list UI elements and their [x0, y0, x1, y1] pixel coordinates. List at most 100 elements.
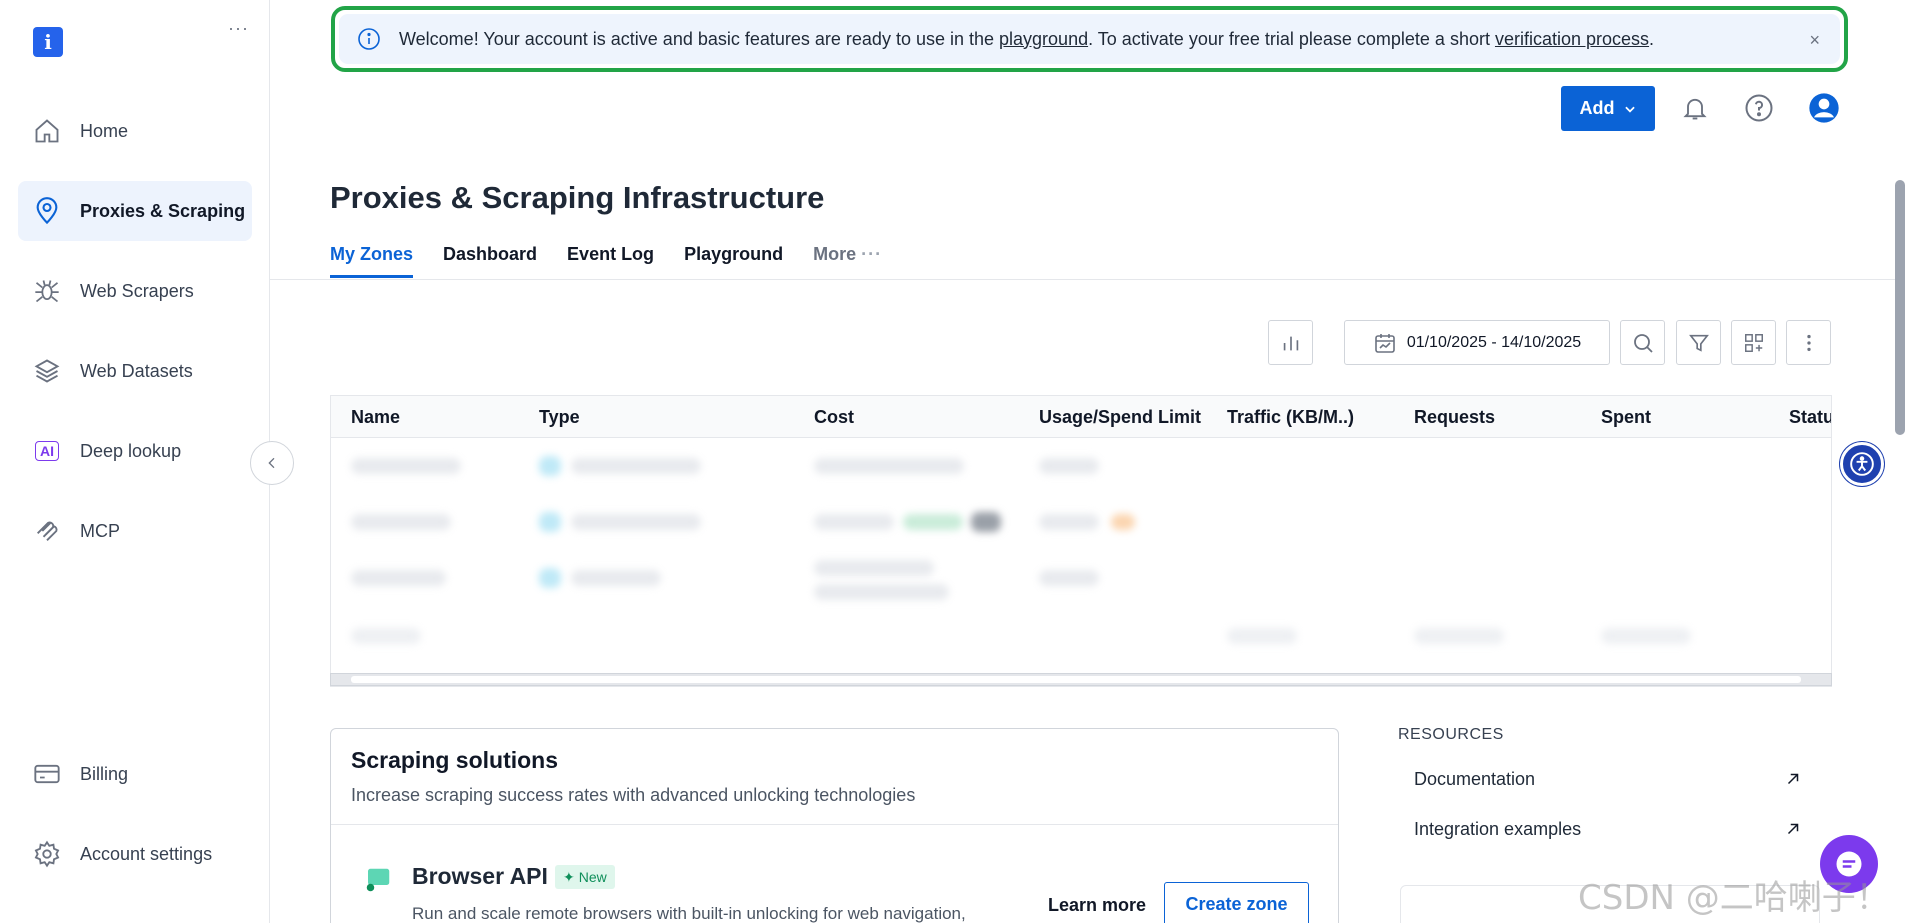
table-horizontal-scrollbar[interactable]: [330, 673, 1832, 686]
tab-bar: My Zones Dashboard Event Log Playground …: [330, 244, 882, 278]
filter-icon: [1688, 334, 1709, 352]
banner-message: Welcome! Your account is active and basi…: [399, 29, 1654, 50]
tab-my-zones[interactable]: My Zones: [330, 244, 414, 278]
bar-chart-icon: [1283, 336, 1298, 350]
new-badge: ✦ New: [555, 865, 615, 889]
logo[interactable]: i: [33, 27, 63, 57]
gear-icon: [32, 839, 62, 869]
location-pin-icon: [32, 196, 62, 226]
column-header-traffic[interactable]: Traffic (KB/M..): [1227, 407, 1354, 428]
new-badge-label: New: [578, 869, 607, 885]
sidebar-item-web-datasets[interactable]: Web Datasets: [18, 341, 252, 401]
tab-more[interactable]: More ···: [813, 244, 882, 278]
learn-more-link[interactable]: Learn more: [1048, 895, 1146, 916]
scrollbar-thumb[interactable]: [351, 676, 1801, 683]
user-avatar-icon[interactable]: [1808, 92, 1840, 124]
columns-button[interactable]: [1731, 320, 1776, 365]
browser-api-title: Browser API: [412, 863, 548, 889]
filter-button[interactable]: [1676, 320, 1721, 365]
sidebar-item-web-scrapers[interactable]: Web Scrapers: [18, 261, 252, 321]
sidebar-menu-dots-icon[interactable]: ···: [228, 18, 249, 39]
scraping-solutions-card: Scraping solutions Increase scraping suc…: [330, 728, 1339, 923]
tab-dashboard[interactable]: Dashboard: [443, 244, 537, 278]
more-options-button[interactable]: [1786, 320, 1831, 365]
external-link-arrow-icon: [1787, 823, 1799, 835]
page-title: Proxies & Scraping Infrastructure: [330, 180, 825, 215]
create-zone-button[interactable]: Create zone: [1164, 882, 1309, 923]
playground-link[interactable]: playground: [999, 29, 1088, 49]
column-header-usage[interactable]: Usage/Spend Limit: [1039, 407, 1201, 428]
column-header-requests[interactable]: Requests: [1414, 407, 1495, 428]
chevron-left-icon: [268, 457, 275, 469]
resource-documentation[interactable]: Documentation: [1398, 759, 1818, 799]
sidebar-item-account-settings[interactable]: Account settings: [18, 824, 252, 884]
sidebar-item-billing[interactable]: Billing: [18, 744, 252, 804]
sparkle-icon: ✦: [563, 868, 575, 885]
sidebar-item-label: MCP: [80, 520, 120, 541]
sidebar-item-label: Home: [80, 120, 129, 141]
tab-playground[interactable]: Playground: [684, 244, 783, 278]
ai-badge-text: AI: [35, 441, 59, 461]
layers-icon: [32, 356, 62, 386]
sidebar-item-home[interactable]: Home: [18, 101, 252, 161]
help-icon[interactable]: [1743, 92, 1775, 124]
welcome-banner: Welcome! Your account is active and basi…: [331, 6, 1848, 72]
add-button-label: Add: [1579, 98, 1615, 118]
watermark: CSDN @二哈喇子！: [1578, 878, 1890, 918]
sidebar-item-proxies-scraping[interactable]: Proxies & Scraping: [18, 181, 252, 241]
add-button[interactable]: Add: [1561, 86, 1655, 131]
notifications-bell-icon[interactable]: [1679, 92, 1711, 124]
table-row[interactable]: [331, 438, 1831, 494]
sidebar-item-label: Account settings: [80, 843, 213, 864]
browser-api-description: Run and scale remote browsers with built…: [412, 904, 966, 923]
scrollbar-thumb[interactable]: [1895, 180, 1905, 435]
sidebar-item-label: Web Scrapers: [80, 280, 194, 301]
accessibility-icon: [1850, 452, 1874, 476]
home-icon: [32, 116, 62, 146]
external-link-arrow-icon: [1787, 773, 1799, 785]
collapse-sidebar-button[interactable]: [250, 441, 294, 485]
mcp-icon: [32, 516, 62, 546]
divider: [331, 824, 1338, 825]
browser-api-icon: [366, 868, 390, 892]
accessibility-button[interactable]: [1840, 442, 1884, 486]
solutions-title: Scraping solutions: [351, 747, 559, 773]
chart-view-button[interactable]: [1268, 320, 1313, 365]
credit-card-icon: [32, 759, 62, 789]
grid-add-icon: [1744, 333, 1763, 352]
calendar-icon: [1375, 333, 1395, 353]
close-banner-icon[interactable]: ×: [1809, 30, 1820, 51]
sidebar-item-deep-lookup[interactable]: AI Deep lookup: [18, 421, 252, 481]
column-header-cost[interactable]: Cost: [814, 407, 854, 428]
column-header-name[interactable]: Name: [351, 407, 400, 428]
search-icon: [1633, 333, 1653, 353]
tab-event-log[interactable]: Event Log: [567, 244, 654, 278]
sidebar-item-label: Proxies & Scraping: [80, 200, 246, 221]
spider-icon: [32, 276, 62, 306]
sidebar-item-label: Web Datasets: [80, 360, 193, 381]
ai-badge-icon: AI: [32, 436, 62, 466]
column-header-status[interactable]: Statu: [1789, 407, 1831, 428]
verification-process-link[interactable]: verification process: [1495, 29, 1649, 49]
kebab-menu-icon: [1806, 334, 1811, 351]
search-button[interactable]: [1620, 320, 1665, 365]
banner-text-2: . To activate your free trial please com…: [1088, 28, 1495, 49]
sidebar-item-label: Deep lookup: [80, 440, 182, 461]
column-header-type[interactable]: Type: [539, 407, 580, 428]
zones-table: Name Type Cost Usage/Spend Limit Traffic…: [330, 395, 1832, 687]
resource-integration-examples[interactable]: Integration examples: [1398, 809, 1818, 849]
sidebar-item-label: Billing: [80, 763, 129, 784]
column-header-spent[interactable]: Spent: [1601, 407, 1651, 428]
info-icon: [358, 28, 380, 50]
sidebar: i ··· Home Proxies & Scraping Web Scrape…: [0, 0, 270, 923]
page-vertical-scrollbar[interactable]: [1893, 160, 1907, 923]
tab-more-label: More: [813, 244, 857, 264]
resources-heading: RESOURCES: [1398, 726, 1504, 743]
resource-label: Documentation: [1414, 768, 1536, 789]
chevron-down-icon: [1624, 106, 1635, 113]
table-row[interactable]: [331, 550, 1831, 606]
table-row[interactable]: [331, 494, 1831, 550]
sidebar-item-mcp[interactable]: MCP: [18, 501, 252, 561]
table-row-total: [331, 608, 1831, 664]
date-range-picker[interactable]: 01/10/2025 - 14/10/2025: [1344, 320, 1610, 365]
